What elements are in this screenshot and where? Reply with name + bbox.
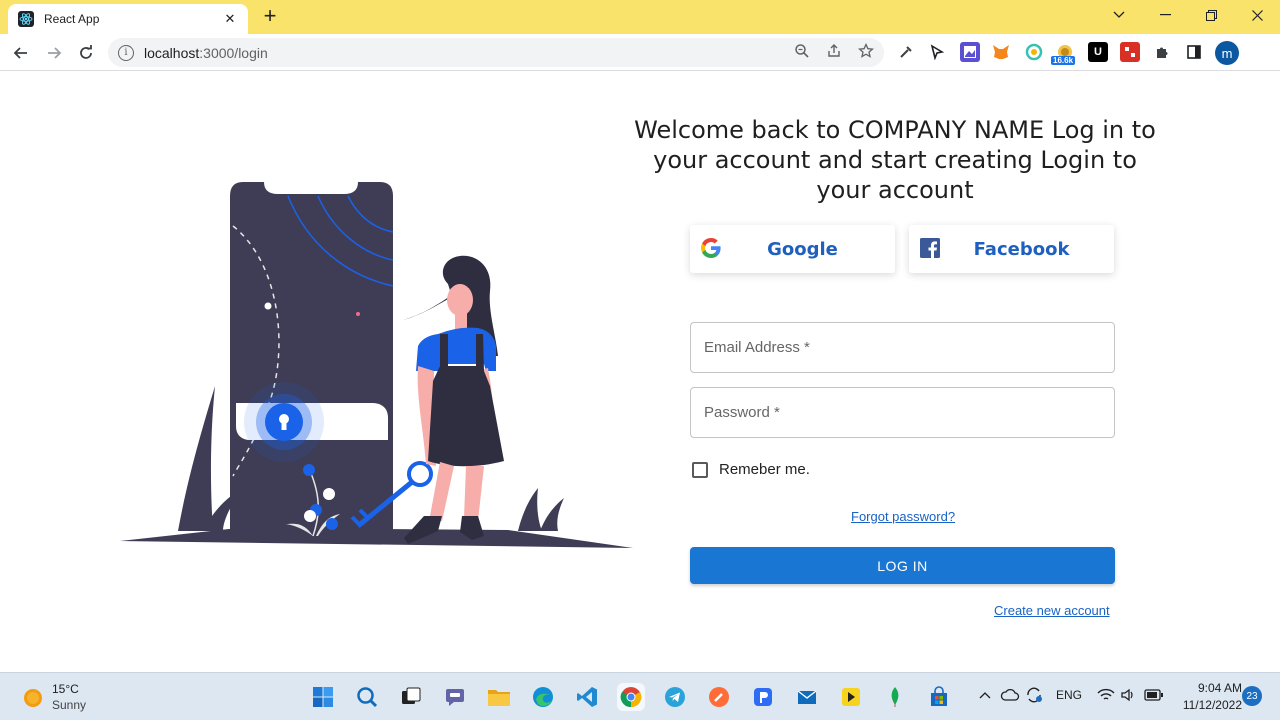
back-arrow-icon[interactable] bbox=[8, 40, 34, 66]
google-login-button[interactable]: Google bbox=[690, 225, 895, 273]
clock-date[interactable]: 11/12/2022 bbox=[1170, 698, 1242, 712]
mail-icon[interactable] bbox=[793, 683, 821, 711]
tab-search-chevron-icon[interactable] bbox=[1096, 0, 1142, 30]
url-host: localhost bbox=[144, 44, 200, 61]
tab-title: React App bbox=[44, 12, 100, 26]
facebook-f-icon bbox=[920, 238, 940, 258]
red-extension-icon[interactable] bbox=[1120, 42, 1140, 62]
telegram-icon[interactable] bbox=[661, 683, 689, 711]
notification-badge[interactable]: 23 bbox=[1242, 686, 1262, 706]
sync-icon[interactable] bbox=[1025, 686, 1043, 704]
site-info-icon[interactable]: i bbox=[118, 44, 134, 61]
search-icon[interactable] bbox=[353, 683, 381, 711]
remember-me-checkbox[interactable] bbox=[692, 461, 708, 478]
url-path: :3000/login bbox=[199, 44, 268, 61]
tab-react-app[interactable]: React App ✕ bbox=[8, 4, 248, 34]
windows-start-icon[interactable] bbox=[309, 683, 337, 711]
login-illustration bbox=[120, 182, 633, 548]
restore-icon[interactable] bbox=[1188, 0, 1234, 30]
presentation-app-icon[interactable] bbox=[749, 683, 777, 711]
image-extension-icon[interactable] bbox=[960, 42, 980, 62]
clock-time[interactable]: 9:04 AM bbox=[1178, 681, 1242, 695]
circle-extension-icon[interactable] bbox=[1024, 42, 1044, 62]
mongodb-leaf-icon[interactable] bbox=[881, 683, 909, 711]
create-account-link[interactable]: Create new account bbox=[994, 603, 1110, 618]
forgot-password-link[interactable]: Forgot password? bbox=[851, 509, 955, 524]
media-player-icon[interactable] bbox=[837, 683, 865, 711]
edge-browser-icon[interactable] bbox=[529, 683, 557, 711]
browser-tab-bar: React App ✕ + bbox=[0, 0, 1280, 34]
puzzle-extensions-icon[interactable] bbox=[1152, 42, 1172, 62]
remember-me-row: Remeber me. bbox=[692, 461, 810, 478]
windows-taskbar: 15°C Sunny ENG 9:04 AM 11/12/2022 23 bbox=[0, 672, 1280, 720]
zoom-icon[interactable] bbox=[792, 43, 812, 63]
weather-temperature[interactable]: 15°C bbox=[52, 682, 79, 696]
password-field[interactable] bbox=[690, 387, 1115, 438]
tab-close-icon[interactable]: ✕ bbox=[222, 11, 238, 27]
profile-avatar[interactable]: m bbox=[1215, 41, 1239, 65]
email-field[interactable] bbox=[690, 322, 1115, 373]
weather-description[interactable]: Sunny bbox=[52, 698, 86, 712]
window-close-icon[interactable] bbox=[1234, 0, 1280, 30]
vscode-icon[interactable] bbox=[573, 683, 601, 711]
new-tab-button[interactable]: + bbox=[258, 5, 282, 29]
battery-icon[interactable] bbox=[1144, 689, 1164, 701]
language-indicator[interactable]: ENG bbox=[1056, 688, 1082, 702]
password-input[interactable] bbox=[691, 388, 1114, 437]
email-input[interactable] bbox=[691, 323, 1114, 372]
task-view-icon[interactable] bbox=[397, 683, 425, 711]
chat-teams-icon[interactable] bbox=[441, 683, 469, 711]
side-panel-icon[interactable] bbox=[1184, 42, 1204, 62]
forward-arrow-icon[interactable] bbox=[41, 40, 67, 66]
google-g-icon bbox=[701, 238, 721, 258]
onedrive-cloud-icon[interactable] bbox=[1000, 687, 1020, 703]
minimize-icon[interactable] bbox=[1142, 0, 1188, 30]
metamask-fox-icon[interactable] bbox=[991, 42, 1011, 62]
volume-icon[interactable] bbox=[1120, 688, 1136, 702]
login-button[interactable]: LOG IN bbox=[690, 547, 1115, 584]
postman-icon[interactable] bbox=[705, 683, 733, 711]
wifi-icon[interactable] bbox=[1097, 688, 1115, 702]
facebook-login-button[interactable]: Facebook bbox=[909, 225, 1114, 273]
extension-badge: 16.6k bbox=[1051, 56, 1076, 65]
login-page: Welcome back to COMPANY NAME Log in to y… bbox=[0, 71, 1280, 672]
reload-icon[interactable] bbox=[73, 40, 99, 66]
eyedropper-extension-icon[interactable] bbox=[896, 42, 916, 62]
chrome-icon[interactable] bbox=[617, 683, 645, 711]
browser-toolbar: i localhost:3000/login 16.6k U m bbox=[0, 34, 1280, 71]
address-bar[interactable]: i localhost:3000/login bbox=[108, 38, 884, 67]
ublock-u-icon[interactable]: U bbox=[1088, 42, 1108, 62]
share-icon[interactable] bbox=[824, 43, 844, 63]
remember-me-label: Remeber me. bbox=[719, 461, 810, 478]
login-heading: Welcome back to COMPANY NAME Log in to y… bbox=[634, 116, 1156, 204]
store-icon[interactable] bbox=[925, 683, 953, 711]
sun-weather-icon[interactable] bbox=[22, 687, 44, 709]
chevron-up-icon[interactable] bbox=[978, 690, 992, 700]
file-explorer-icon[interactable] bbox=[485, 683, 513, 711]
bookmark-star-icon[interactable] bbox=[856, 42, 876, 63]
react-icon bbox=[18, 11, 34, 27]
cursor-extension-icon[interactable] bbox=[927, 42, 947, 62]
